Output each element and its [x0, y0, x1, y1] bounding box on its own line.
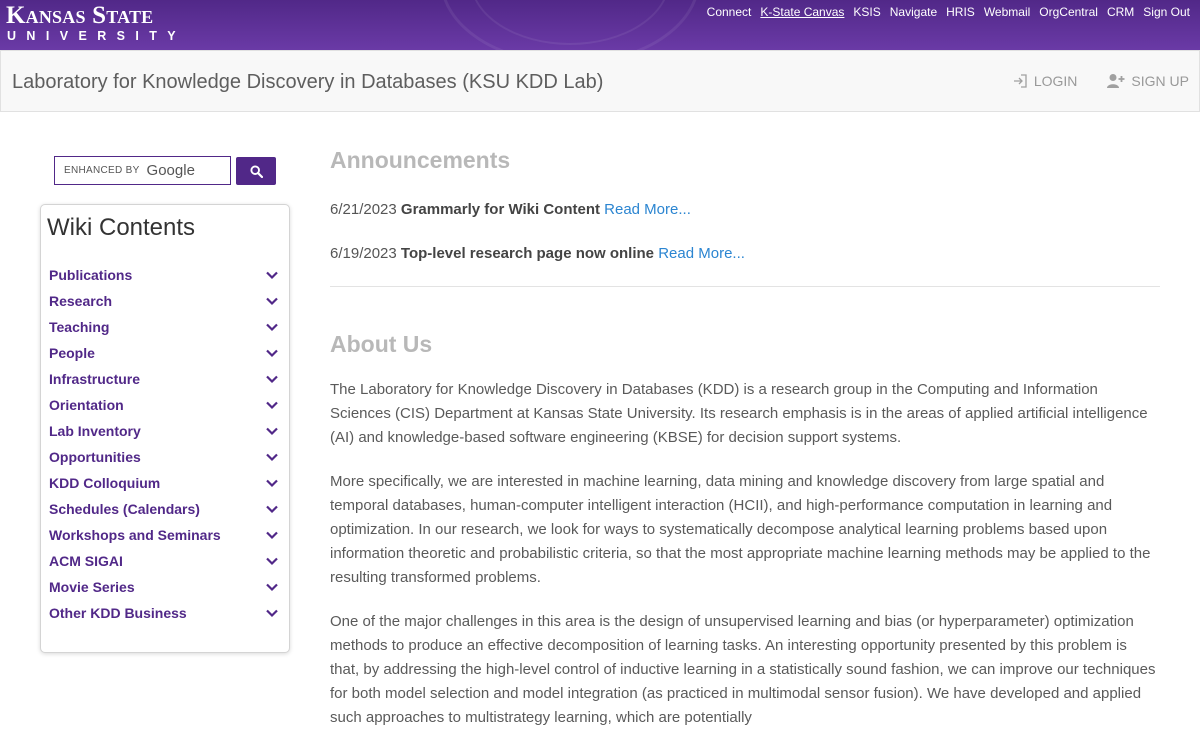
announcement-item: 6/19/2023 Top-level research page now on… — [330, 244, 1160, 264]
sidebar-item-opportunities[interactable]: Opportunities — [49, 444, 279, 470]
sidebar-item-lab-inventory[interactable]: Lab Inventory — [49, 418, 279, 444]
university-banner: Kansas State UNIVERSITY Connect K-State … — [0, 0, 1200, 50]
about-us-heading: About Us — [330, 331, 433, 357]
sidebar-item-schedules[interactable]: Schedules (Calendars) — [49, 496, 279, 522]
logo-wordmark-bottom: UNIVERSITY — [7, 29, 187, 43]
about-paragraph: One of the major challenges in this area… — [330, 613, 1156, 726]
section-divider — [330, 286, 1160, 287]
nav-link-sign-out[interactable]: Sign Out — [1143, 5, 1190, 19]
chevron-down-icon — [266, 609, 278, 618]
search-enhanced-label: ENHANCED BY — [64, 165, 140, 176]
sidebar-item-label: Research — [49, 293, 113, 309]
sidebar-item-label: Lab Inventory — [49, 423, 141, 439]
signup-link[interactable]: SIGN UP — [1107, 73, 1189, 89]
sidebar-item-orientation[interactable]: Orientation — [49, 392, 279, 418]
nav-link-hris[interactable]: HRIS — [946, 5, 975, 19]
site-title[interactable]: Laboratory for Knowledge Discovery in Da… — [12, 71, 603, 94]
sidebar-item-infrastructure[interactable]: Infrastructure — [49, 366, 279, 392]
user-links: LOGIN SIGN UP — [982, 73, 1189, 89]
chevron-down-icon — [266, 453, 278, 462]
announcement-title: Top-level research page now online — [400, 245, 655, 262]
sidebar-item-kdd-colloquium[interactable]: KDD Colloquium — [49, 470, 279, 496]
chevron-down-icon — [266, 505, 278, 514]
chevron-down-icon — [266, 401, 278, 410]
announcement-item: 6/21/2023 Grammarly for Wiki Content Rea… — [330, 200, 1160, 220]
sidebar-item-label: Orientation — [49, 397, 124, 413]
nav-link-ksis[interactable]: KSIS — [853, 5, 880, 19]
university-nav: Connect K-State Canvas KSIS Navigate HRI… — [698, 5, 1190, 19]
login-label: LOGIN — [1033, 73, 1078, 89]
chevron-down-icon — [266, 583, 278, 592]
nav-link-connect[interactable]: Connect — [707, 5, 752, 19]
chevron-down-icon — [266, 271, 278, 280]
sidebar-item-label: Infrastructure — [49, 371, 141, 387]
sidebar-item-label: People — [49, 345, 95, 361]
sidebar-item-label: Teaching — [49, 319, 110, 335]
sidebar-item-label: Opportunities — [49, 449, 141, 465]
announcement-date: 6/21/2023 — [330, 201, 397, 218]
chevron-down-icon — [266, 479, 278, 488]
sidebar-item-label: Schedules (Calendars) — [49, 501, 200, 517]
wiki-contents-title: Wiki Contents — [47, 214, 196, 241]
chevron-down-icon — [266, 297, 278, 306]
google-logo: Google — [146, 162, 195, 179]
nav-link-canvas[interactable]: K-State Canvas — [760, 5, 844, 19]
chevron-down-icon — [266, 427, 278, 436]
announcement-title: Grammarly for Wiki Content — [400, 201, 600, 218]
signup-label: SIGN UP — [1131, 73, 1189, 89]
sidebar-item-label: ACM SIGAI — [49, 553, 123, 569]
sidebar-item-people[interactable]: People — [49, 340, 279, 366]
sidebar-item-label: Workshops and Seminars — [49, 527, 221, 543]
sidebar-item-label: Movie Series — [49, 579, 135, 595]
wiki-contents-panel: Wiki Contents Publications Research Teac… — [40, 204, 290, 653]
kansas-state-logo[interactable]: Kansas State UNIVERSITY — [6, 3, 186, 44]
chevron-down-icon — [266, 349, 278, 358]
nav-link-orgcentral[interactable]: OrgCentral — [1039, 5, 1098, 19]
wiki-contents-list: Publications Research Teaching People In… — [49, 262, 279, 626]
sidebar-item-teaching[interactable]: Teaching — [49, 314, 279, 340]
sidebar-item-label: KDD Colloquium — [49, 475, 161, 491]
main-content: Announcements 6/21/2023 Grammarly for Wi… — [330, 146, 1160, 730]
sidebar-item-movie-series[interactable]: Movie Series — [49, 574, 279, 600]
chevron-down-icon — [266, 531, 278, 540]
announcement-date: 6/19/2023 — [330, 245, 397, 262]
read-more-link[interactable]: Read More... — [604, 201, 691, 218]
nav-link-crm[interactable]: CRM — [1107, 5, 1134, 19]
nav-link-webmail[interactable]: Webmail — [984, 5, 1030, 19]
login-link[interactable]: LOGIN — [1012, 73, 1078, 89]
nav-link-navigate[interactable]: Navigate — [890, 5, 937, 19]
sidebar-item-workshops[interactable]: Workshops and Seminars — [49, 522, 279, 548]
search-input[interactable]: ENHANCED BY Google — [54, 156, 231, 185]
sidebar-item-other-kdd-business[interactable]: Other KDD Business — [49, 600, 279, 626]
sidebar-item-acm-sigai[interactable]: ACM SIGAI — [49, 548, 279, 574]
sidebar-item-research[interactable]: Research — [49, 288, 279, 314]
announcements-heading: Announcements — [330, 147, 511, 173]
about-paragraph: More specifically, we are interested in … — [330, 473, 1151, 586]
sidebar-item-label: Publications — [49, 267, 133, 283]
sidebar-item-publications[interactable]: Publications — [49, 262, 279, 288]
logo-wordmark-top: Kansas State — [6, 2, 154, 29]
search-icon — [249, 164, 263, 178]
about-paragraph: The Laboratory for Knowledge Discovery i… — [330, 381, 1148, 446]
chevron-down-icon — [266, 375, 278, 384]
chevron-down-icon — [266, 557, 278, 566]
user-plus-icon — [1107, 74, 1125, 88]
read-more-link[interactable]: Read More... — [658, 245, 745, 262]
sidebar-item-label: Other KDD Business — [49, 605, 187, 621]
site-header: Laboratory for Knowledge Discovery in Da… — [0, 50, 1200, 112]
search-button[interactable] — [236, 157, 276, 185]
sign-in-icon — [1013, 74, 1027, 88]
chevron-down-icon — [266, 323, 278, 332]
